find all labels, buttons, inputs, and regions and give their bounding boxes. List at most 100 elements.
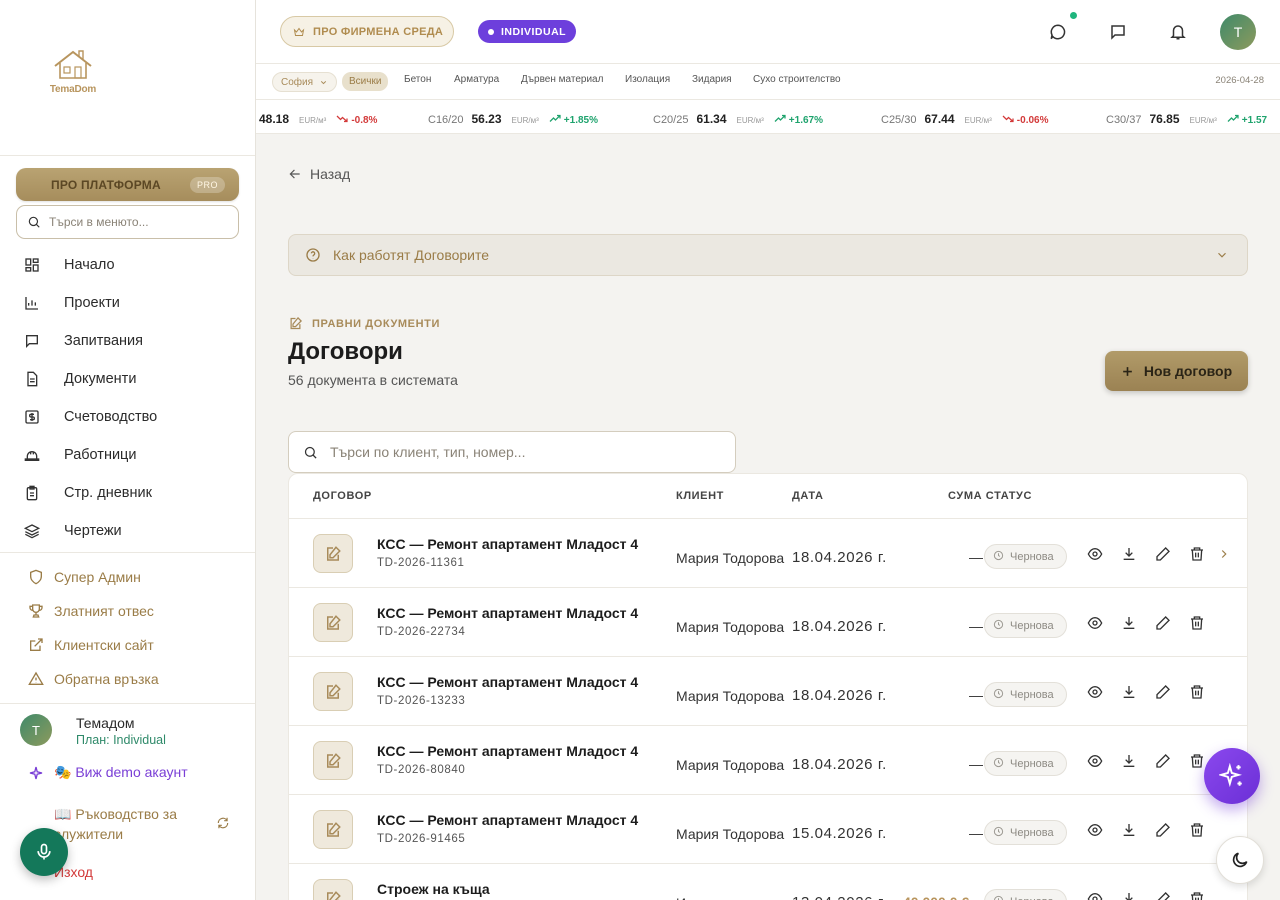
plan-badge[interactable]: INDIVIDUAL [478, 20, 577, 43]
ticker-item[interactable]: C30/37 76.85 EUR/м³ +1.57 [1106, 110, 1267, 126]
sidebar-item-workers[interactable]: Работници [0, 436, 255, 474]
voice-assistant-button[interactable] [20, 828, 68, 876]
download-icon[interactable] [1121, 546, 1137, 562]
trophy-icon [28, 603, 44, 619]
delete-trash-icon[interactable] [1189, 546, 1205, 562]
user-name: Темадом [76, 715, 135, 731]
sidebar-item-accounting[interactable]: Счетоводство [0, 398, 255, 436]
download-icon[interactable] [1121, 822, 1137, 838]
view-eye-icon[interactable] [1087, 615, 1103, 631]
sidebar-item-client-site[interactable]: Клиентски сайт [0, 628, 255, 662]
sidebar-item-projects[interactable]: Проекти [0, 284, 255, 322]
sidebar-item-home[interactable]: Начало [0, 246, 255, 284]
sidebar-item-drawings[interactable]: Чертежи [0, 512, 255, 550]
demo-account-link[interactable]: 🎭 Виж demo акаунт [28, 764, 188, 781]
user-card[interactable]: Т Темадом План: Individual [20, 714, 166, 747]
contract-search-input[interactable]: Търси по клиент, тип, номер... [288, 431, 736, 473]
contract-title[interactable]: КСС — Ремонт апартамент Младост 4 [377, 536, 638, 552]
ticker-item[interactable]: C25/30 67.44 EUR/м³ -0.06% [881, 110, 1048, 126]
refresh-icon[interactable] [216, 816, 230, 830]
contract-title[interactable]: Строеж на къща [377, 881, 490, 897]
column-header-client[interactable]: КЛИЕНТ [676, 490, 724, 502]
logo[interactable]: TemaDom [46, 48, 100, 95]
new-contract-button[interactable]: Нов договор [1105, 351, 1248, 391]
table-row[interactable]: КСС — Ремонт апартамент Младост 4 TD-2026… [289, 657, 1247, 726]
main-menu: Начало Проекти Запитвания Документи Счет… [0, 246, 255, 550]
edit-document-icon [313, 810, 353, 849]
delete-trash-icon[interactable] [1189, 684, 1205, 700]
ticker-item[interactable]: C16/20 56.23 EUR/м³ +1.85% [428, 110, 598, 126]
sidebar-item-label: Златният отвес [54, 603, 154, 619]
edit-pencil-icon[interactable] [1155, 684, 1171, 700]
contract-number: TD-2026-11361 [377, 557, 465, 569]
sidebar-item-diary[interactable]: Стр. дневник [0, 474, 255, 512]
category-all[interactable]: Всички [342, 72, 389, 91]
view-eye-icon[interactable] [1087, 891, 1103, 900]
chat-icon[interactable] [1048, 22, 1068, 42]
user-avatar[interactable]: Т [1220, 14, 1256, 50]
contract-title[interactable]: КСС — Ремонт апартамент Младост 4 [377, 605, 638, 621]
delete-trash-icon[interactable] [1189, 615, 1205, 631]
message-icon[interactable] [1108, 22, 1128, 42]
edit-pencil-icon[interactable] [1155, 753, 1171, 769]
contract-date: 13.04.2026 г. [792, 894, 887, 900]
category-drywall[interactable]: Сухо строителство [753, 74, 841, 85]
ai-assistant-button[interactable] [1204, 748, 1260, 804]
category-timber[interactable]: Дървен материал [521, 74, 603, 85]
column-header-contract[interactable]: ДОГОВОР [313, 490, 372, 502]
download-icon[interactable] [1121, 684, 1137, 700]
ticker-item[interactable]: 48.18 EUR/м³ -0.8% [259, 110, 377, 126]
contract-title[interactable]: КСС — Ремонт апартамент Младост 4 [377, 743, 638, 759]
back-link[interactable]: Назад [288, 166, 350, 182]
view-eye-icon[interactable] [1087, 684, 1103, 700]
moon-icon [1232, 852, 1248, 868]
contract-title[interactable]: КСС — Ремонт апартамент Младост 4 [377, 674, 638, 690]
sidebar-item-feedback[interactable]: Обратна връзка [0, 662, 255, 696]
bell-icon[interactable] [1168, 22, 1188, 42]
download-icon[interactable] [1121, 615, 1137, 631]
sidebar-item-super-admin[interactable]: Супер Админ [0, 560, 255, 594]
pro-platform-button[interactable]: ПРО ПЛАТФОРМА PRO [16, 168, 239, 201]
column-header-date[interactable]: ДАТА [792, 490, 824, 502]
how-contracts-work-accordion[interactable]: Как работят Договорите [288, 234, 1248, 276]
category-rebar[interactable]: Арматура [454, 74, 499, 85]
table-row[interactable]: КСС — Ремонт апартамент Младост 4 TD-2026… [289, 726, 1247, 795]
edit-pencil-icon[interactable] [1155, 822, 1171, 838]
download-icon[interactable] [1121, 891, 1137, 900]
view-eye-icon[interactable] [1087, 546, 1103, 562]
contract-date: 18.04.2026 г. [792, 756, 887, 773]
table-row[interactable]: КСС — Ремонт апартамент Младост 4 TD-2026… [289, 795, 1247, 864]
pro-platform-label: ПРО ПЛАТФОРМА [51, 177, 161, 192]
delete-trash-icon[interactable] [1189, 753, 1205, 769]
contracts-table: ДОГОВОР КЛИЕНТ ДАТА СУМА СТАТУС КСС — Ре… [288, 473, 1248, 900]
view-eye-icon[interactable] [1087, 822, 1103, 838]
company-environment-button[interactable]: ПРО ФИРМЕНА СРЕДА [280, 16, 454, 47]
download-icon[interactable] [1121, 753, 1137, 769]
dark-mode-toggle[interactable] [1216, 836, 1264, 884]
column-header-sum-status[interactable]: СУМА СТАТУС [948, 490, 1032, 502]
table-row[interactable]: Строеж на къща Иван 13.04.2026 г. 40 000.0 … [289, 864, 1247, 900]
delete-trash-icon[interactable] [1189, 822, 1205, 838]
edit-pencil-icon[interactable] [1155, 891, 1171, 900]
menu-search-input[interactable]: Търси в менюто... [16, 205, 239, 239]
view-eye-icon[interactable] [1087, 753, 1103, 769]
ticker-change: -0.8% [351, 115, 378, 126]
sidebar-item-inquiries[interactable]: Запитвания [0, 322, 255, 360]
table-row[interactable]: КСС — Ремонт апартамент Младост 4 TD-2026… [289, 588, 1247, 657]
sidebar-item-label: Стр. дневник [64, 485, 152, 501]
ticker-item[interactable]: C20/25 61.34 EUR/м³ +1.67% [653, 110, 823, 126]
table-row[interactable]: КСС — Ремонт апартамент Младост 4 TD-2026… [289, 519, 1247, 588]
edit-pencil-icon[interactable] [1155, 546, 1171, 562]
delete-trash-icon[interactable] [1189, 891, 1205, 900]
sidebar-item-documents[interactable]: Документи [0, 360, 255, 398]
edit-pencil-icon[interactable] [1155, 615, 1171, 631]
city-selector[interactable]: София [272, 72, 338, 92]
contract-title[interactable]: КСС — Ремонт апартамент Младост 4 [377, 812, 638, 828]
chevron-right-icon[interactable] [1216, 546, 1232, 562]
category-insulation[interactable]: Изолация [625, 74, 670, 85]
sidebar-item-label: Документи [64, 371, 137, 387]
ticker-change: +1.57 [1241, 115, 1268, 126]
category-masonry[interactable]: Зидария [692, 74, 732, 85]
sidebar-item-golden-plumb[interactable]: Златният отвес [0, 594, 255, 628]
category-concrete[interactable]: Бетон [404, 74, 431, 85]
